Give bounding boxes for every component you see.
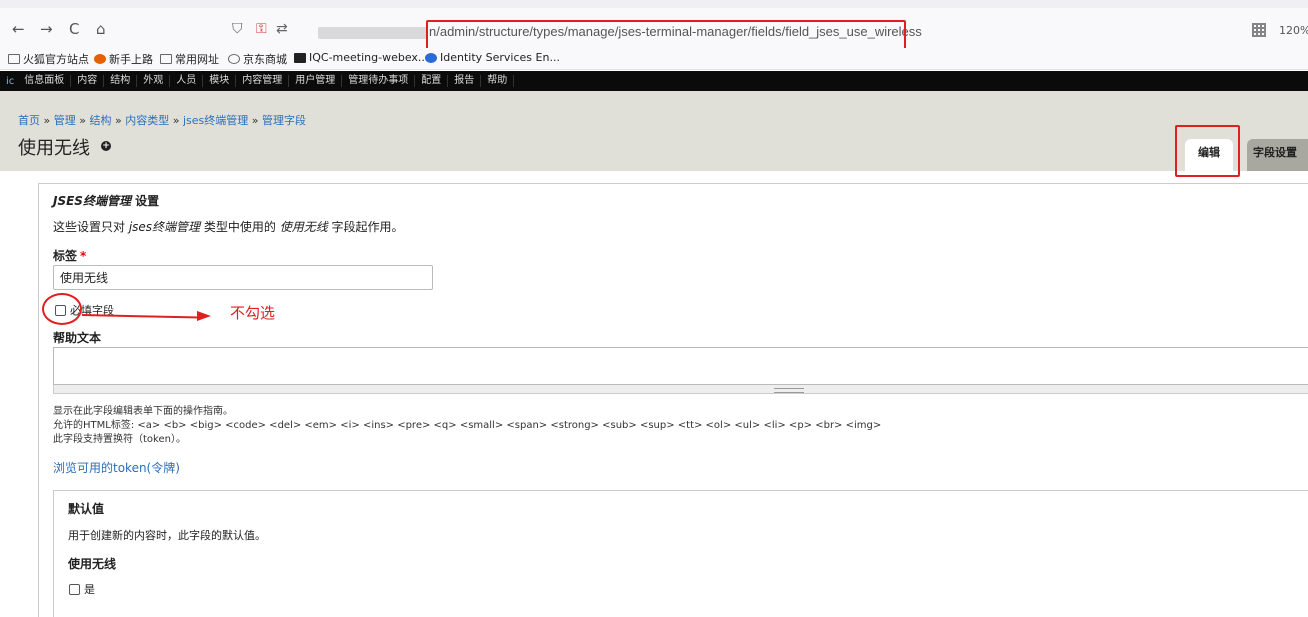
default-value-title: 默认值 bbox=[68, 502, 105, 516]
section-title: JSES终端管理 设置 bbox=[53, 194, 160, 208]
toolbar-item-people[interactable]: 人员 bbox=[170, 75, 204, 87]
label-field-title: 标签 * bbox=[53, 249, 87, 263]
default-field-label: 使用无线 bbox=[68, 557, 117, 571]
tab-highlight-box bbox=[1175, 125, 1240, 177]
default-value-fieldset bbox=[53, 490, 1308, 617]
toolbar-item-content-management[interactable]: 内容管理 bbox=[236, 75, 290, 87]
breadcrumb-admin[interactable]: 管理 bbox=[54, 114, 76, 127]
toolbar-item-modules[interactable]: 模块 bbox=[203, 75, 237, 87]
toolbar-item-user-management[interactable]: 用户管理 bbox=[289, 75, 343, 87]
bookmarks-bar: 火狐官方站点 新手上路 常用网址 京东商城 IQC-meeting-webex.… bbox=[0, 48, 1308, 70]
page-title: 使用无线 bbox=[18, 138, 90, 159]
annotation-text: 不勾选 bbox=[230, 304, 276, 322]
toolbar-item-structure[interactable]: 结构 bbox=[104, 75, 138, 87]
breadcrumb: 首页 » 管理 » 结构 » 内容类型 » jses终端管理 » 管理字段 bbox=[18, 114, 306, 127]
folder-icon bbox=[160, 54, 172, 64]
breadcrumb-manage-fields[interactable]: 管理字段 bbox=[262, 114, 306, 127]
fieldset-border bbox=[38, 183, 1308, 184]
qr-code-icon[interactable] bbox=[1252, 23, 1266, 37]
bookmark-item[interactable]: 常用网址 bbox=[160, 51, 219, 67]
section-description: 这些设置只对 jses终端管理 类型中使用的 使用无线 字段起作用。 bbox=[53, 220, 404, 234]
help-text-label: 帮助文本 bbox=[53, 331, 102, 345]
label-input[interactable] bbox=[53, 265, 433, 290]
toolbar-item-dashboard[interactable]: 信息面板 bbox=[18, 75, 72, 87]
default-checkbox-row[interactable]: 是 bbox=[69, 581, 95, 597]
browse-tokens-link[interactable]: 浏览可用的token(令牌) bbox=[53, 459, 180, 476]
zoom-level[interactable]: 120% bbox=[1279, 24, 1308, 37]
back-icon[interactable]: ← bbox=[12, 22, 25, 37]
shield-icon[interactable]: ⛉ bbox=[232, 21, 243, 37]
textarea-resize-grip[interactable] bbox=[53, 385, 1308, 394]
globe-icon bbox=[228, 54, 240, 64]
bookmark-item[interactable]: IQC-meeting-webex... bbox=[294, 51, 428, 64]
admin-toolbar: ic 信息面板 内容 结构 外观 人员 模块 内容管理 用户管理 管理待办事项 … bbox=[0, 71, 1308, 91]
page-header: 首页 » 管理 » 结构 » 内容类型 » jses终端管理 » 管理字段 使用… bbox=[0, 91, 1308, 171]
browser-navbar: ← → C ⌂ ⛉ ⚿ ⇄ n/admin/structure/types/ma… bbox=[0, 8, 1308, 56]
permissions-icon[interactable]: ⇄ bbox=[276, 21, 288, 37]
toolbar-item-reports[interactable]: 报告 bbox=[448, 75, 482, 87]
add-shortcut-icon[interactable]: + bbox=[101, 141, 111, 151]
url-host-redacted bbox=[318, 27, 428, 39]
tab-strip bbox=[0, 0, 1308, 8]
breadcrumb-content-types[interactable]: 内容类型 bbox=[125, 114, 169, 127]
bookmark-item[interactable]: 新手上路 bbox=[94, 51, 153, 67]
annotation-arrow-head bbox=[197, 311, 211, 321]
reload-icon[interactable]: C bbox=[69, 22, 79, 37]
default-value-description: 用于创建新的内容时，此字段的默认值。 bbox=[68, 529, 266, 542]
allowed-html-tags: 允许的HTML标签: <a> <b> <big> <code> <del> <e… bbox=[53, 420, 882, 431]
toolbar-item-help[interactable]: 帮助 bbox=[481, 75, 515, 87]
bookmark-item[interactable]: 京东商城 bbox=[228, 51, 287, 67]
help-text-textarea[interactable] bbox=[53, 347, 1308, 385]
toolbar-item-content[interactable]: 内容 bbox=[71, 75, 105, 87]
home-icon[interactable]: ⌂ bbox=[96, 22, 106, 37]
required-mark: * bbox=[80, 249, 87, 263]
folder-icon bbox=[8, 54, 20, 64]
breadcrumb-structure[interactable]: 结构 bbox=[89, 114, 111, 127]
toolbar-item-appearance[interactable]: 外观 bbox=[137, 75, 171, 87]
breadcrumb-home[interactable]: 首页 bbox=[18, 114, 40, 127]
bookmark-item[interactable]: 火狐官方站点 bbox=[8, 51, 89, 67]
breadcrumb-jses[interactable]: jses终端管理 bbox=[183, 114, 248, 127]
default-yes-label: 是 bbox=[84, 583, 95, 596]
help-description: 显示在此字段编辑表单下面的操作指南。 bbox=[53, 406, 233, 417]
default-yes-checkbox[interactable] bbox=[69, 583, 80, 595]
bookmark-item[interactable]: Identity Services En... bbox=[425, 51, 560, 64]
forward-icon[interactable]: → bbox=[40, 22, 53, 37]
annotation-circle bbox=[42, 293, 82, 325]
toolbar-logo[interactable]: ic bbox=[0, 76, 18, 87]
toolbar-item-admin-todo[interactable]: 管理待办事项 bbox=[342, 75, 416, 87]
firefox-icon bbox=[94, 54, 106, 64]
toolbar-item-config[interactable]: 配置 bbox=[415, 75, 449, 87]
webex-icon bbox=[294, 52, 306, 63]
tab-field-settings[interactable]: 字段设置 bbox=[1247, 139, 1308, 171]
token-support-note: 此字段支持置换符（token）。 bbox=[53, 434, 186, 445]
lock-icon[interactable]: ⚿ bbox=[256, 21, 267, 37]
identity-icon bbox=[425, 52, 437, 63]
fieldset-border bbox=[38, 183, 39, 617]
